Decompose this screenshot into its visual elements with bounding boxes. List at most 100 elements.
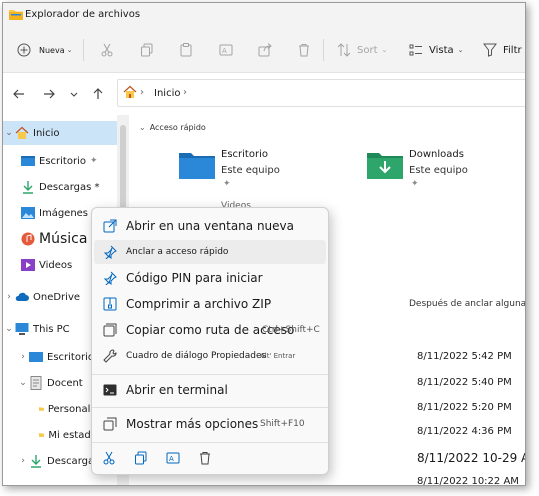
- computer-icon: [15, 323, 29, 335]
- chevron-right-icon: ›: [140, 87, 144, 98]
- menu-item-pin-quick-access[interactable]: Anclar a acceso rápido: [94, 240, 326, 264]
- menu-item-open-new-window[interactable]: Abrir en una ventana nueva: [94, 214, 326, 238]
- menu-item-properties[interactable]: Cuadro de diálogo Propiedades Alt' Entra…: [94, 344, 326, 368]
- navigation-bar: › Inicio ›: [3, 73, 525, 113]
- file-date: 8/11/2022 10-29 AM: [417, 451, 525, 465]
- back-button[interactable]: [13, 85, 25, 104]
- home-icon: [15, 126, 29, 139]
- menu-divider: [92, 442, 328, 443]
- chevron-right-icon: ›: [183, 87, 187, 98]
- sidebar-item-label: Docent: [47, 377, 83, 389]
- breadcrumb-home[interactable]: Inicio: [154, 88, 180, 99]
- cut-button[interactable]: [100, 43, 114, 57]
- menu-item-shortcut: Ctrl+Shift+C: [262, 325, 320, 335]
- copy-button[interactable]: [140, 43, 154, 57]
- window-title: Explorador de archivos: [25, 9, 141, 20]
- tile-name: Escritorio: [221, 149, 268, 160]
- trash-icon: [299, 44, 309, 57]
- view-button[interactable]: Vista ⌄: [409, 43, 464, 57]
- properties-icon: [102, 348, 118, 364]
- folder-icon: [9, 10, 23, 20]
- rename-button[interactable]: A: [219, 43, 233, 57]
- share-icon: [258, 43, 272, 57]
- address-bar[interactable]: › Inicio ›: [117, 79, 525, 107]
- pictures-icon: [21, 207, 35, 219]
- delete-action[interactable]: [198, 450, 212, 469]
- menu-item-compress-zip[interactable]: Comprimir a archivo ZIP: [94, 292, 326, 316]
- menu-item-label: Comprimir a archivo ZIP: [126, 297, 272, 311]
- menu-item-shortcut: Alt' Entrar: [260, 352, 296, 360]
- chevron-down-icon: [70, 92, 78, 97]
- file-date: 8/11/2022 10:22 AM: [417, 476, 519, 486]
- sidebar-item-label: This PC: [33, 323, 70, 335]
- terminal-icon: [102, 382, 118, 398]
- sidebar-item-descargas[interactable]: Descargas *: [3, 175, 117, 199]
- rename-icon: A: [166, 452, 180, 464]
- menu-item-open-terminal[interactable]: Abrir en terminal: [94, 378, 326, 402]
- pin-start-icon: [102, 270, 118, 286]
- menu-item-copy-path[interactable]: Copiar como ruta de acceso Ctrl+Shift+C: [94, 318, 326, 342]
- chevron-down-icon: ⌄: [139, 123, 146, 132]
- desktop-icon: [29, 352, 43, 362]
- trash-icon: [200, 452, 210, 465]
- menu-item-more-options[interactable]: Mostrar más opciones Shift+F10: [94, 412, 326, 436]
- documents-icon: [30, 376, 42, 390]
- sidebar-item-label: Inicio: [33, 127, 60, 139]
- chevron-down-icon: ⌄: [457, 46, 464, 54]
- menu-quick-actions: A: [92, 444, 328, 472]
- quick-access-header[interactable]: ⌄ Acceso rápido: [139, 123, 206, 132]
- recent-empty-note: Después de anclar algunas: [409, 299, 526, 309]
- copy-action[interactable]: [134, 450, 148, 469]
- share-button[interactable]: [258, 43, 272, 57]
- plus-circle-icon: [17, 43, 31, 57]
- arrow-right-icon: [44, 89, 55, 99]
- zip-icon: [102, 296, 118, 312]
- recent-locations-button[interactable]: [69, 85, 79, 104]
- file-date: 8/11/2022 5:20 PM: [417, 402, 512, 413]
- pin-icon: ✦: [411, 179, 419, 189]
- sidebar-item-escritorio[interactable]: Escritorio ✦: [3, 149, 117, 173]
- tile-location: Este equipo: [221, 165, 280, 176]
- quick-access-tile-escritorio[interactable]: Escritorio Este equipo ✦: [179, 149, 359, 189]
- pin-icon: ✦: [89, 156, 98, 166]
- sidebar-item-label: OneDrive: [33, 291, 81, 303]
- chevron-down-icon: ⌄: [66, 46, 73, 54]
- home-icon: [123, 85, 137, 98]
- filter-button[interactable]: Filtr: [483, 43, 522, 57]
- quick-access-tile-downloads[interactable]: Downloads Este equipo ✦: [367, 149, 517, 189]
- clipboard-icon: [180, 43, 192, 57]
- toolbar-divider: [323, 39, 324, 61]
- tile-location: Este equipo: [409, 165, 468, 176]
- sidebar-item-label: Escritorio: [39, 155, 86, 167]
- menu-item-shortcut: Shift+F10: [260, 419, 305, 429]
- new-button-label: Nueva: [39, 45, 65, 55]
- more-options-icon: [102, 416, 118, 432]
- tile-name: Downloads: [409, 149, 464, 160]
- download-icon: [31, 455, 41, 468]
- paste-button[interactable]: [179, 43, 193, 57]
- svg-text:A: A: [169, 455, 174, 463]
- delete-button[interactable]: [297, 43, 311, 57]
- forward-button[interactable]: [43, 85, 55, 104]
- up-button[interactable]: [92, 85, 104, 104]
- new-button[interactable]: Nueva ⌄: [17, 43, 73, 57]
- command-bar: Nueva ⌄ A Sort ⌄ Vista ⌄ Filtr: [3, 29, 525, 73]
- menu-item-label: Abrir en una ventana nueva: [126, 219, 294, 233]
- arrow-left-icon: [13, 89, 24, 99]
- context-menu: Abrir en una ventana nueva Anclar a acce…: [91, 207, 329, 475]
- title-bar: Explorador de archivos: [3, 3, 525, 29]
- view-button-label: Vista: [429, 44, 454, 56]
- folder-icon: [39, 433, 45, 437]
- cut-action[interactable]: [102, 450, 116, 469]
- menu-item-pin-start[interactable]: Código PIN para iniciar: [94, 266, 326, 290]
- sort-button[interactable]: Sort ⌄: [337, 43, 387, 57]
- scissors-icon: [103, 451, 115, 465]
- arrow-up-icon: [93, 88, 103, 99]
- chevron-right-icon: ›: [21, 456, 25, 466]
- toolbar-divider: [83, 39, 84, 61]
- sidebar-item-inicio[interactable]: ⌄ Inicio: [3, 121, 117, 145]
- chevron-down-icon: ⌄: [5, 128, 13, 138]
- menu-item-label: Anclar a acceso rápido: [126, 247, 229, 257]
- rename-action[interactable]: A: [166, 450, 180, 469]
- open-new-window-icon: [102, 218, 118, 234]
